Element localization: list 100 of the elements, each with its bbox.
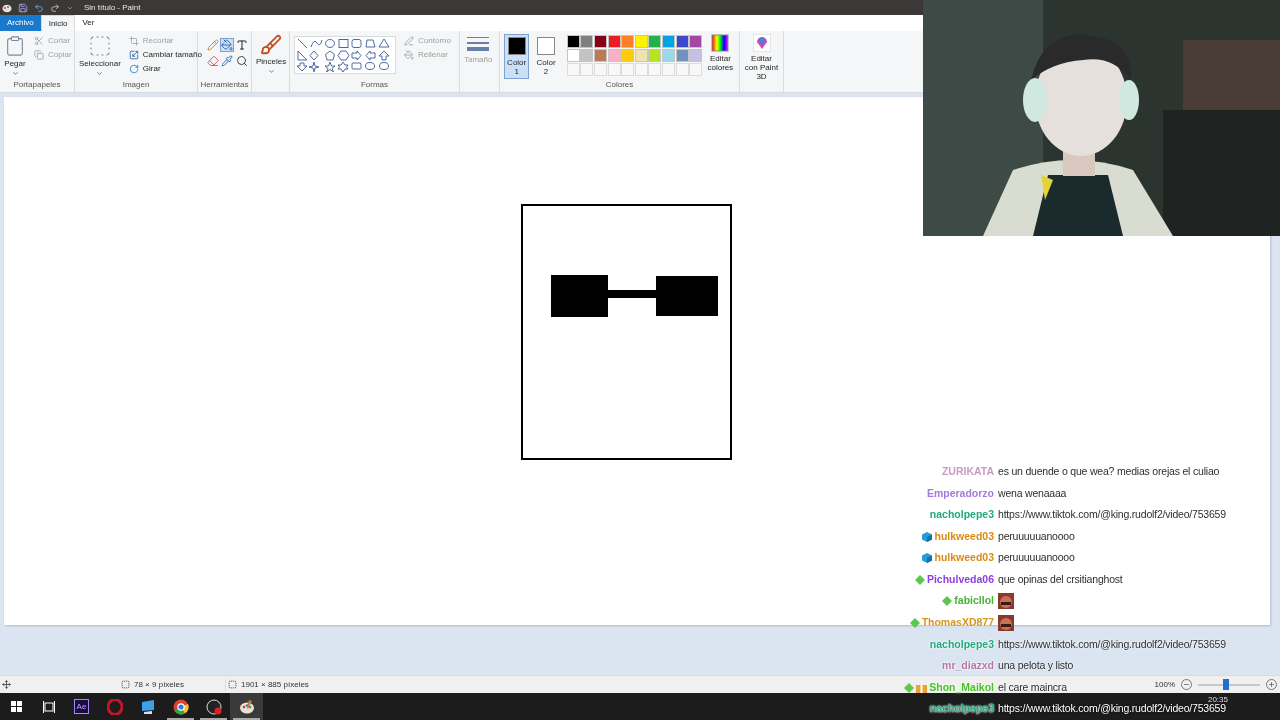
palette-color[interactable]: [648, 49, 662, 62]
palette-color[interactable]: [566, 35, 580, 48]
paint-3d-icon: [752, 34, 771, 52]
color-selector[interactable]: Color 2: [533, 34, 559, 79]
group-label: Colores: [604, 79, 635, 91]
magnifier-icon: [235, 55, 248, 67]
chat-username: ThomasXD877: [921, 615, 994, 631]
group-label: Formas: [359, 79, 390, 91]
drawing-canvas[interactable]: [4, 97, 1270, 625]
redo-icon[interactable]: [50, 2, 60, 13]
minus-icon: [1183, 681, 1190, 688]
zoom-slider[interactable]: [1198, 679, 1260, 690]
ribbon-tab[interactable]: Ver: [75, 15, 102, 31]
tool-button[interactable]: [206, 54, 220, 68]
resize-icon: [128, 50, 139, 60]
pencil-icon: [207, 39, 219, 51]
chat-username: nacholpepe3: [929, 636, 994, 652]
chat-message: peruuuuuanoooo: [998, 550, 1075, 566]
clock-time: 20:35: [1207, 694, 1228, 704]
palette-color[interactable]: [566, 49, 580, 62]
palette-color[interactable]: [593, 35, 607, 48]
task-view-icon: [42, 700, 55, 713]
custom-color-slot[interactable]: [648, 63, 662, 76]
windows-icon: [10, 701, 22, 712]
tool-button[interactable]: [220, 38, 235, 52]
obs-icon: [205, 698, 222, 715]
palette-color[interactable]: [621, 49, 635, 62]
scissors-icon: [34, 36, 44, 46]
slider-thumb[interactable]: [1223, 679, 1230, 690]
palette-color[interactable]: [593, 49, 607, 62]
group-label: Portapapeles: [12, 79, 62, 91]
custom-color-slot[interactable]: [593, 63, 607, 76]
group-label: Imagen: [121, 79, 151, 91]
zoom-in-button[interactable]: [1266, 679, 1277, 690]
custom-color-slot[interactable]: [621, 63, 635, 76]
paint-palette-icon: [2, 2, 12, 13]
palette-color[interactable]: [662, 49, 675, 62]
zoom-percent: 100%: [1154, 678, 1175, 691]
palette-color[interactable]: [580, 35, 594, 48]
palette-color[interactable]: [689, 49, 703, 62]
chat-username: fabicllol: [954, 593, 994, 609]
chat-username: mr_diazxd: [942, 658, 994, 674]
tool-button[interactable]: [206, 38, 220, 52]
color-spectrum-icon: [711, 34, 730, 52]
resize-button[interactable]: Cambiar tamaño: [124, 48, 206, 62]
palette-color[interactable]: [607, 35, 621, 48]
chat-message: es un duende o que wea? medias orejas el culiao: [998, 463, 1220, 479]
custom-color-slot[interactable]: [566, 63, 580, 76]
palette-color[interactable]: [607, 49, 621, 62]
file-tab[interactable]: Archivo: [0, 15, 41, 31]
palette-color[interactable]: [621, 35, 635, 48]
custom-color-slot[interactable]: [580, 63, 594, 76]
custom-color-slot[interactable]: [675, 63, 689, 76]
palette-color[interactable]: [634, 35, 648, 48]
line-width-icon: [467, 34, 490, 54]
tool-button[interactable]: [220, 54, 235, 68]
palette-color[interactable]: [675, 35, 689, 48]
select-button[interactable]: Seleccionar: [79, 34, 121, 77]
paint-palette-icon: [238, 698, 255, 715]
chat-message: https://www.tiktok.com/@king.rudolf2/video/753659: [998, 702, 1226, 717]
palette-color[interactable]: [662, 35, 675, 48]
undo-icon[interactable]: [34, 2, 44, 13]
color-picker-icon: [221, 55, 234, 67]
paint-3d-button[interactable]: Editar con Paint 3D: [744, 34, 779, 81]
save-icon[interactable]: [18, 2, 28, 13]
move-icon: [2, 680, 11, 689]
chat-username: hulkweed03: [934, 550, 994, 566]
rotate-icon: [128, 64, 139, 74]
taskbar-app[interactable]: [230, 693, 263, 720]
palette-color[interactable]: [634, 49, 648, 62]
color-selector[interactable]: Color 1: [504, 34, 530, 79]
plus-icon: [1268, 681, 1275, 688]
taskbar-app[interactable]: Ae: [65, 693, 98, 720]
selection-icon: [87, 34, 112, 58]
chat-username: Emperadorzo: [926, 485, 994, 501]
custom-color-slot[interactable]: [607, 63, 621, 76]
palette-color[interactable]: [580, 49, 594, 62]
chat-username: nacholpepe3: [929, 701, 994, 717]
window-title: Sin título - Paint: [84, 1, 141, 14]
brush-icon: [260, 34, 283, 56]
chat-message: peruuuuuanoooo: [998, 528, 1075, 544]
paste-button[interactable]: Pegar: [4, 34, 26, 77]
chat-message: https://www.tiktok.com/@king.rudolf2/video/753659: [998, 636, 1226, 652]
chat-username: nacholpepe3: [929, 507, 994, 523]
tool-button[interactable]: [234, 54, 249, 68]
ribbon-tab[interactable]: Inicio: [40, 15, 76, 31]
palette-color[interactable]: [648, 35, 662, 48]
chat-username: ZURIKATA: [941, 463, 994, 479]
tool-button[interactable]: [234, 38, 249, 52]
palette-color[interactable]: [675, 49, 689, 62]
custom-color-slot[interactable]: [662, 63, 675, 76]
outline-icon: [404, 36, 415, 46]
custom-color-slot[interactable]: [634, 63, 648, 76]
custom-color-slot[interactable]: [689, 63, 703, 76]
palette-color[interactable]: [689, 35, 703, 48]
rotate-button[interactable]: Girar: [124, 62, 206, 76]
chat-message: que opinas del crsitianghost: [998, 571, 1123, 587]
caret-icon: [267, 68, 275, 75]
edit-colors-button[interactable]: Editar colores: [705, 34, 735, 72]
brushes-button[interactable]: Pinceles: [256, 34, 287, 75]
